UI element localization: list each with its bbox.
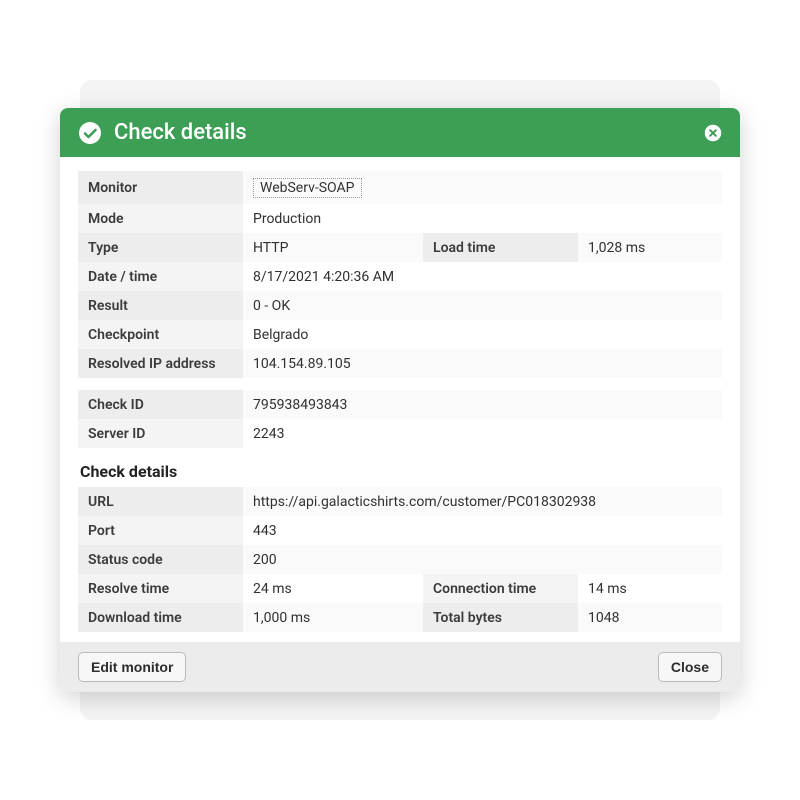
check-details-modal: Check details Monitor WebServ-SOAP Mode … — [60, 108, 740, 692]
modal-footer: Edit monitor Close — [60, 642, 740, 692]
label-total-bytes: Total bytes — [423, 603, 578, 632]
value-monitor-cell: WebServ-SOAP — [243, 171, 722, 204]
close-button[interactable]: Close — [658, 652, 722, 682]
value-resolved-ip: 104.154.89.105 — [243, 349, 722, 378]
label-resolve-time: Resolve time — [78, 574, 243, 603]
check-circle-icon — [78, 121, 102, 145]
value-server-id: 2243 — [243, 419, 722, 448]
value-connection-time: 14 ms — [578, 574, 722, 603]
value-checkpoint: Belgrado — [243, 320, 722, 349]
label-result: Result — [78, 291, 243, 320]
value-check-id: 795938493843 — [243, 390, 722, 419]
value-download-time: 1,000 ms — [243, 603, 423, 632]
label-download-time: Download time — [78, 603, 243, 632]
modal-header: Check details — [60, 108, 740, 157]
label-url: URL — [78, 487, 243, 516]
label-mode: Mode — [78, 204, 243, 233]
value-result: 0 - OK — [243, 291, 722, 320]
label-type: Type — [78, 233, 243, 262]
label-date-time: Date / time — [78, 262, 243, 291]
value-url: https://api.galacticshirts.com/customer/… — [243, 487, 722, 516]
value-type: HTTP — [243, 233, 423, 262]
label-check-id: Check ID — [78, 390, 243, 419]
value-port: 443 — [243, 516, 722, 545]
value-load-time: 1,028 ms — [578, 233, 722, 262]
table-check-details: URL https://api.galacticshirts.com/custo… — [78, 487, 722, 632]
table-summary: Monitor WebServ-SOAP Mode Production Typ… — [78, 171, 722, 378]
value-status-code: 200 — [243, 545, 722, 574]
value-resolve-time: 24 ms — [243, 574, 423, 603]
label-status-code: Status code — [78, 545, 243, 574]
label-server-id: Server ID — [78, 419, 243, 448]
monitor-link[interactable]: WebServ-SOAP — [253, 178, 362, 198]
label-connection-time: Connection time — [423, 574, 578, 603]
modal-body: Monitor WebServ-SOAP Mode Production Typ… — [60, 157, 740, 642]
modal-title: Check details — [114, 120, 692, 145]
label-checkpoint: Checkpoint — [78, 320, 243, 349]
value-mode: Production — [243, 204, 722, 233]
value-total-bytes: 1048 — [578, 603, 722, 632]
label-resolved-ip: Resolved IP address — [78, 349, 243, 378]
label-load-time: Load time — [423, 233, 578, 262]
label-monitor: Monitor — [78, 171, 243, 204]
value-date-time: 8/17/2021 4:20:36 AM — [243, 262, 722, 291]
table-ids: Check ID 795938493843 Server ID 2243 — [78, 390, 722, 448]
section-heading-check-details: Check details — [80, 462, 722, 481]
edit-monitor-button[interactable]: Edit monitor — [78, 652, 186, 682]
label-port: Port — [78, 516, 243, 545]
close-icon[interactable] — [704, 124, 722, 142]
